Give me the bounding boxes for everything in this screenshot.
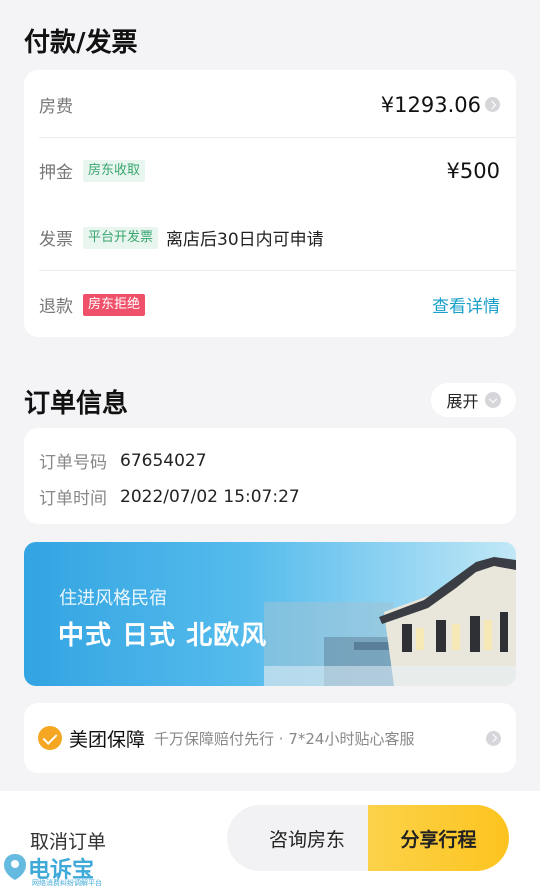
room-fee-label: 房费 — [39, 97, 73, 117]
deposit-label: 押金 — [39, 163, 73, 183]
divider — [39, 137, 516, 138]
order-number-value: 67654027 — [120, 450, 207, 471]
expand-button[interactable]: 展开 — [431, 383, 516, 417]
chevron-down-icon — [484, 392, 501, 408]
invoice-row: 发票 平台开发票 离店后30日内可申请 — [39, 225, 500, 250]
check-badge-icon — [38, 726, 62, 750]
order-number-row: 订单号码 67654027 — [39, 448, 500, 474]
expand-label: 展开 — [446, 392, 479, 411]
order-number-label: 订单号码 — [39, 453, 107, 473]
refund-label: 退款 — [39, 297, 73, 317]
payment-card: 房费 ¥1293.06 押金 房东收取 ¥500 发票 平台开发票 离店后30日… — [24, 70, 516, 337]
share-trip-button[interactable]: 分享行程 — [368, 805, 509, 871]
refund-row: 退款 房东拒绝 查看详情 — [39, 292, 500, 317]
order-time-row: 订单时间 2022/07/02 15:07:27 — [39, 484, 500, 510]
deposit-amount: ¥500 — [446, 158, 500, 183]
payment-section-title: 付款/发票 — [24, 28, 138, 58]
chevron-right-icon — [486, 730, 501, 746]
invoice-label: 发票 — [39, 230, 73, 250]
deposit-row: 押金 房东收取 ¥500 — [39, 158, 500, 184]
view-details-link[interactable]: 查看详情 — [432, 292, 500, 317]
watermark: 电诉宝 网络消费纠纷调解平台 — [2, 852, 102, 886]
invoice-note: 离店后30日内可申请 — [166, 230, 324, 250]
consult-host-button[interactable]: 咨询房东 — [227, 805, 387, 871]
order-info-card: 订单号码 67654027 订单时间 2022/07/02 15:07:27 — [24, 428, 516, 524]
guarantee-description: 千万保障赔付先行 · 7*24小时贴心客服 — [154, 729, 415, 748]
banner-headline: 中式 日式 北欧风 — [58, 621, 268, 651]
guarantee-row[interactable]: 美团保障 千万保障赔付先行 · 7*24小时贴心客服 — [24, 703, 516, 773]
divider — [39, 270, 516, 271]
guarantee-title: 美团保障 — [69, 728, 146, 751]
chevron-right-icon[interactable] — [485, 97, 500, 112]
room-fee-amount: ¥1293.06 — [380, 92, 481, 117]
watermark-logo-icon — [4, 854, 26, 880]
order-time-label: 订单时间 — [39, 489, 107, 509]
banner-subtitle: 住进风格民宿 — [59, 588, 167, 609]
invoice-tag: 平台开发票 — [83, 226, 159, 249]
cancel-order-button[interactable]: 取消订单 — [30, 827, 106, 854]
deposit-tag: 房东收取 — [83, 159, 146, 182]
room-fee-row[interactable]: 房费 ¥1293.06 — [39, 92, 500, 117]
refund-status-tag: 房东拒绝 — [83, 293, 146, 316]
watermark-subtext: 网络消费纠纷调解平台 — [32, 879, 102, 886]
banner-building-illustration — [264, 557, 516, 686]
order-section-title: 订单信息 — [24, 389, 129, 419]
promo-banner[interactable]: 住进风格民宿 中式 日式 北欧风 — [24, 542, 516, 686]
order-time-value: 2022/07/02 15:07:27 — [120, 486, 300, 507]
